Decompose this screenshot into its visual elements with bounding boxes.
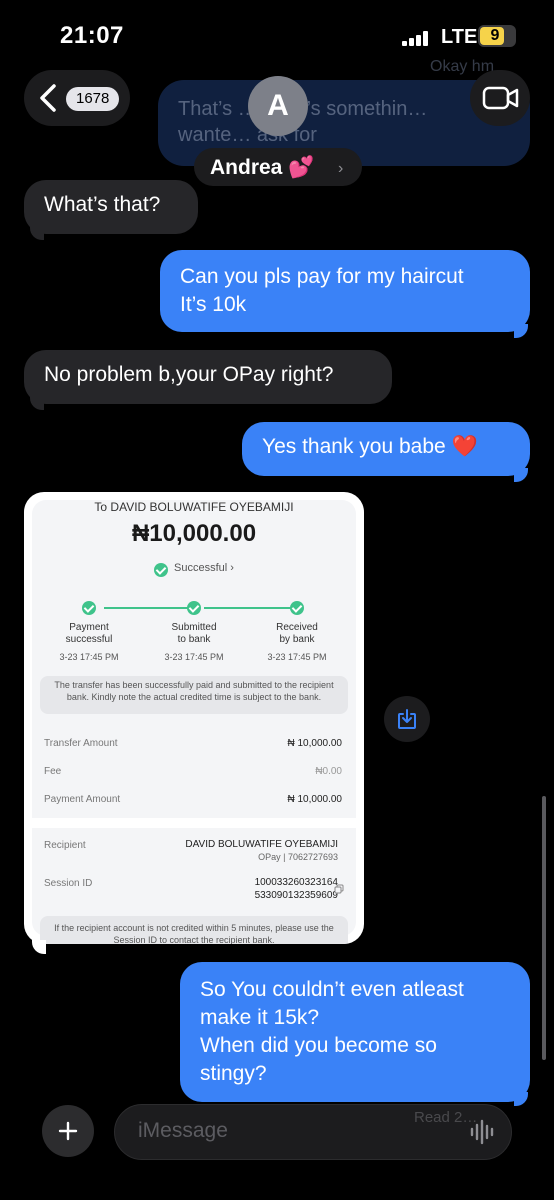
transfer-amount-value: ₦ 10,000.00 (287, 738, 343, 749)
check-circle-icon (82, 601, 96, 615)
contact-name: Andrea 💕 (210, 156, 315, 179)
step-label-line: Received (276, 622, 318, 633)
check-circle-icon (154, 563, 168, 577)
receipt-image[interactable]: To DAVID BOLUWATIFE OYEBAMIJI ₦10,000.00… (24, 492, 364, 944)
session-id-line: 533090132359609 (254, 890, 338, 901)
step-label-line: Payment (69, 622, 109, 633)
step-label: Received by bank (257, 622, 337, 646)
fee-label: Fee (44, 766, 62, 777)
video-camera-icon (482, 86, 519, 110)
status-time: 21:07 (60, 22, 124, 49)
signal-icon (402, 30, 436, 46)
transfer-amount-label: Transfer Amount (44, 738, 118, 749)
bubble-tail (32, 940, 46, 954)
receipt-status-text: Successful (174, 562, 228, 574)
message-text: When did you become so (200, 1034, 437, 1057)
message-bubble-incoming[interactable]: No problem b,your OPay right? (24, 350, 392, 404)
session-id-line: 100033260323164 (254, 877, 338, 888)
download-icon (398, 709, 416, 729)
message-bubble-outgoing[interactable]: Can you pls pay for my haircut It’s 10k (160, 250, 530, 332)
unread-count-badge: 1678 (66, 87, 120, 111)
copy-icon (334, 884, 344, 894)
step-label-line: Submitted (171, 622, 217, 633)
step-label: Submitted to bank (154, 622, 234, 646)
chevron-left-icon (40, 84, 56, 112)
message-bubble-outgoing[interactable]: Yes thank you babe ❤️ (242, 422, 530, 476)
receipt-recipient-line: To DAVID BOLUWATIFE OYEBAMIJI (94, 500, 294, 514)
divider (32, 818, 356, 828)
bubble-tail (514, 468, 528, 482)
bubble-tail (30, 396, 44, 410)
session-id-value: 100033260323164 533090132359609 (255, 876, 338, 902)
battery-level: 9 (490, 27, 500, 44)
message-text: No problem b,your OPay right? (44, 363, 334, 386)
chevron-right-icon: › (338, 160, 344, 177)
message-text: It’s 10k (180, 293, 247, 316)
message-text: make it 15k? (200, 1006, 320, 1029)
step-label: Payment successful (49, 622, 129, 646)
audio-waveform-icon[interactable] (468, 1118, 498, 1146)
plus-icon (58, 1121, 78, 1141)
message-text: Can you pls pay for my haircut (180, 265, 464, 288)
contact-avatar[interactable]: A (248, 76, 308, 136)
input-placeholder: iMessage (138, 1119, 228, 1142)
payment-amount-label: Payment Amount (44, 794, 121, 805)
recipient-details: DAVID BOLUWATIFE OYEBAMIJI OPay | 706272… (185, 838, 338, 864)
step-label-line: to bank (177, 634, 211, 645)
recipient-bank: OPay | 7062727693 (258, 852, 338, 862)
progress-line (204, 607, 294, 609)
receipt-status: Successful › (174, 562, 234, 574)
recipient-name: DAVID BOLUWATIFE OYEBAMIJI (185, 839, 338, 850)
message-text: Yes thank you babe ❤️ (262, 435, 478, 458)
receipt-amount: ₦10,000.00 (131, 520, 257, 547)
message-text: What’s that? (44, 193, 161, 216)
step-label-line: by bank (279, 634, 315, 645)
step-date: 3-23 17:45 PM (164, 652, 224, 662)
battery-icon: 9 (478, 25, 516, 47)
step-label-line: successful (65, 634, 113, 645)
step-date: 3-23 17:45 PM (59, 652, 119, 662)
bubble-tail (514, 324, 528, 338)
progress-line (104, 607, 194, 609)
blurred-line: wante… ask for (178, 124, 317, 146)
network-label: LTE (441, 26, 478, 48)
bubble-tail (514, 1092, 528, 1106)
message-bubble-incoming[interactable]: What’s that? (24, 180, 198, 234)
check-circle-icon (187, 601, 201, 615)
message-text: So You couldn’t even atleast (200, 978, 464, 1001)
recipient-label: Recipient (44, 840, 86, 851)
step-date: 3-23 17:45 PM (267, 652, 327, 662)
receipt-footnote: If the recipient account is not credited… (40, 916, 348, 944)
check-circle-icon (290, 601, 304, 615)
message-bubble-outgoing[interactable]: So You couldn’t even atleast make it 15k… (180, 962, 530, 1102)
scrollbar[interactable] (542, 796, 546, 1060)
receipt-note: The transfer has been successfully paid … (40, 676, 348, 714)
session-id-label: Session ID (44, 878, 93, 889)
payment-amount-value: ₦ 10,000.00 (287, 794, 343, 805)
fee-value: ₦0.00 (315, 766, 342, 777)
bubble-tail (30, 226, 44, 240)
message-text: stingy? (200, 1062, 267, 1085)
